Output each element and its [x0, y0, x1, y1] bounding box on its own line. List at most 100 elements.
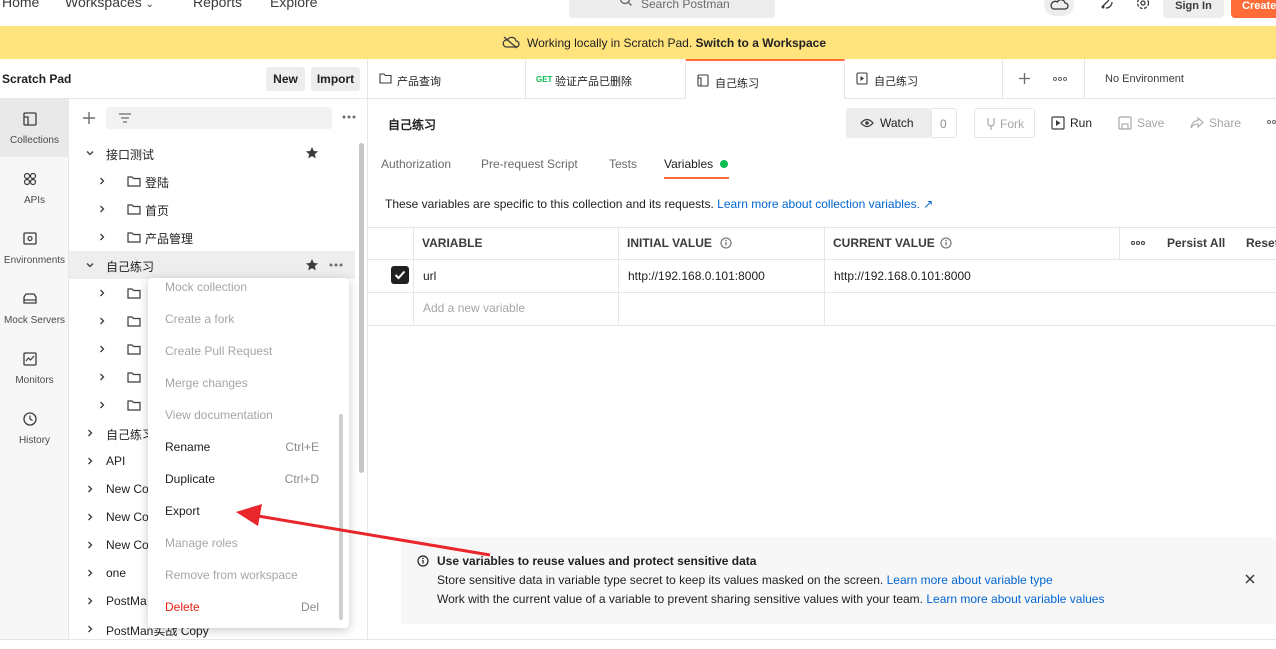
star-icon[interactable] — [305, 258, 319, 272]
menu-item-duplicate[interactable]: Duplicate Ctrl+D — [148, 463, 349, 495]
collection-tab-icon — [379, 72, 392, 84]
save-button[interactable]: Save — [1112, 108, 1178, 138]
sign-in-button[interactable]: Sign In — [1163, 0, 1224, 18]
create-button[interactable]: Create — [1231, 0, 1276, 18]
persist-all-button[interactable]: Persist All — [1167, 236, 1225, 250]
collections-icon — [22, 111, 38, 127]
nav-explore[interactable]: Explore — [270, 0, 317, 10]
menu-item-view-documentation[interactable]: View documentation — [148, 399, 349, 431]
info-icon[interactable] — [720, 237, 732, 249]
environments-icon — [22, 231, 38, 247]
menu-item-delete[interactable]: Delete Del — [148, 591, 349, 623]
rail-environments[interactable]: Environments — [0, 219, 69, 277]
collection-tab-icon — [697, 74, 709, 87]
run-button[interactable]: Run — [1044, 108, 1102, 138]
chevron-down-icon — [85, 148, 95, 158]
menu-item-rename[interactable]: Rename Ctrl+E — [148, 431, 349, 463]
chevron-right-icon — [85, 624, 95, 634]
tab-request[interactable]: GET 验证产品已删除 — [526, 59, 686, 99]
rail-apis[interactable]: APIs — [0, 159, 69, 217]
new-button[interactable]: New — [266, 67, 305, 91]
play-icon — [1051, 116, 1065, 130]
menu-item-merge-changes[interactable]: Merge changes — [148, 367, 349, 399]
menu-item-remove-from-workspace[interactable]: Remove from workspace — [148, 559, 349, 591]
sidebar-scrollbar[interactable] — [359, 143, 364, 473]
tab-runner[interactable]: 自己练习 — [845, 59, 1003, 99]
menu-scrollbar[interactable] — [339, 414, 343, 620]
star-icon[interactable] — [305, 146, 319, 160]
chevron-right-icon — [85, 484, 95, 494]
satellite-icon[interactable] — [1099, 0, 1117, 12]
tab-tests[interactable]: Tests — [609, 157, 637, 171]
variables-description: These variables are specific to this col… — [385, 197, 934, 211]
more-actions-icon[interactable] — [1267, 120, 1276, 124]
divider — [368, 292, 1276, 293]
rail-monitors[interactable]: Monitors — [0, 339, 69, 397]
learn-more-link[interactable]: Learn more about collection variables. ↗ — [717, 197, 933, 211]
reset-all-button[interactable]: Reset — [1246, 236, 1276, 250]
variable-name-cell[interactable]: url — [423, 269, 436, 283]
sync-cloud-icon[interactable] — [1044, 0, 1074, 16]
status-bar — [0, 639, 1276, 649]
tab-authorization[interactable]: Authorization — [381, 157, 451, 171]
menu-item-manage-roles[interactable]: Manage roles — [148, 527, 349, 559]
chevron-right-icon — [97, 176, 107, 186]
initial-value-cell[interactable]: http://192.168.0.101:8000 — [628, 269, 765, 283]
plus-icon[interactable] — [82, 111, 96, 125]
monitors-icon — [22, 351, 38, 367]
chevron-right-icon — [97, 372, 107, 382]
new-tab-plus-icon[interactable] — [1018, 72, 1031, 85]
nav-workspaces[interactable]: Workspaces ⌄ — [65, 0, 154, 10]
menu-item-create-pull-request[interactable]: Create Pull Request — [148, 335, 349, 367]
variables-status-dot — [720, 160, 728, 168]
current-value-cell[interactable]: http://192.168.0.101:8000 — [834, 269, 971, 283]
tabs-more-icon[interactable] — [1053, 77, 1067, 81]
tab-collection-active[interactable]: 自己练习 — [686, 59, 845, 99]
more-options-icon[interactable] — [342, 115, 356, 119]
search-input[interactable]: Search Postman — [569, 0, 775, 18]
tree-folder[interactable]: 产品管理 — [69, 223, 355, 251]
menu-item-mock-collection[interactable]: Mock collection — [148, 278, 349, 303]
more-options-icon[interactable] — [329, 263, 343, 267]
nav-reports[interactable]: Reports — [193, 0, 242, 10]
chevron-right-icon — [97, 400, 107, 410]
divider — [368, 227, 1276, 228]
watch-button[interactable]: Watch — [846, 108, 931, 138]
table-more-icon[interactable] — [1131, 241, 1145, 245]
chevron-down-icon — [85, 260, 95, 270]
variable-type-link[interactable]: Learn more about variable type — [887, 573, 1053, 587]
variable-enabled-checkbox[interactable] — [391, 266, 409, 284]
menu-item-export[interactable]: Export — [148, 495, 349, 527]
rail-mock-servers[interactable]: Mock Servers — [0, 279, 69, 337]
share-button[interactable]: Share — [1184, 108, 1250, 138]
header-variable: VARIABLE — [422, 236, 483, 250]
tree-collection-selected[interactable]: 自己练习 — [69, 251, 355, 279]
rail-history[interactable]: History — [0, 399, 69, 457]
tab-variables[interactable]: Variables — [664, 157, 713, 171]
fork-button[interactable]: Fork — [974, 108, 1035, 138]
header-initial-value: INITIAL VALUE — [627, 236, 712, 250]
gear-icon[interactable] — [1135, 0, 1151, 11]
nav-home[interactable]: Home — [2, 0, 39, 10]
variable-values-link[interactable]: Learn more about variable values — [926, 592, 1104, 606]
divider — [368, 325, 1276, 326]
fork-icon — [985, 117, 997, 131]
tree-folder[interactable]: 首页 — [69, 195, 355, 223]
icon-rail: Collections APIs Environments Mock Serve… — [0, 99, 69, 649]
import-button[interactable]: Import — [311, 67, 360, 91]
tree-folder[interactable]: 登陆 — [69, 167, 355, 195]
info-icon — [417, 555, 429, 567]
filter-input[interactable] — [106, 107, 332, 129]
close-icon[interactable] — [1244, 573, 1256, 585]
rail-collections[interactable]: Collections — [0, 99, 69, 157]
menu-item-create-fork[interactable]: Create a fork — [148, 303, 349, 335]
environment-select[interactable]: No Environment — [1105, 73, 1184, 85]
tab-request[interactable]: 产品查询 — [368, 59, 526, 99]
switch-workspace-link[interactable]: Switch to a Workspace — [696, 36, 826, 50]
add-variable-input[interactable]: Add a new variable — [423, 301, 525, 315]
tree-collection[interactable]: 接口测试 — [69, 139, 355, 167]
tab-prerequest-script[interactable]: Pre-request Script — [481, 157, 578, 171]
info-icon[interactable] — [940, 237, 952, 249]
chevron-right-icon — [85, 456, 95, 466]
folder-icon — [127, 343, 141, 355]
